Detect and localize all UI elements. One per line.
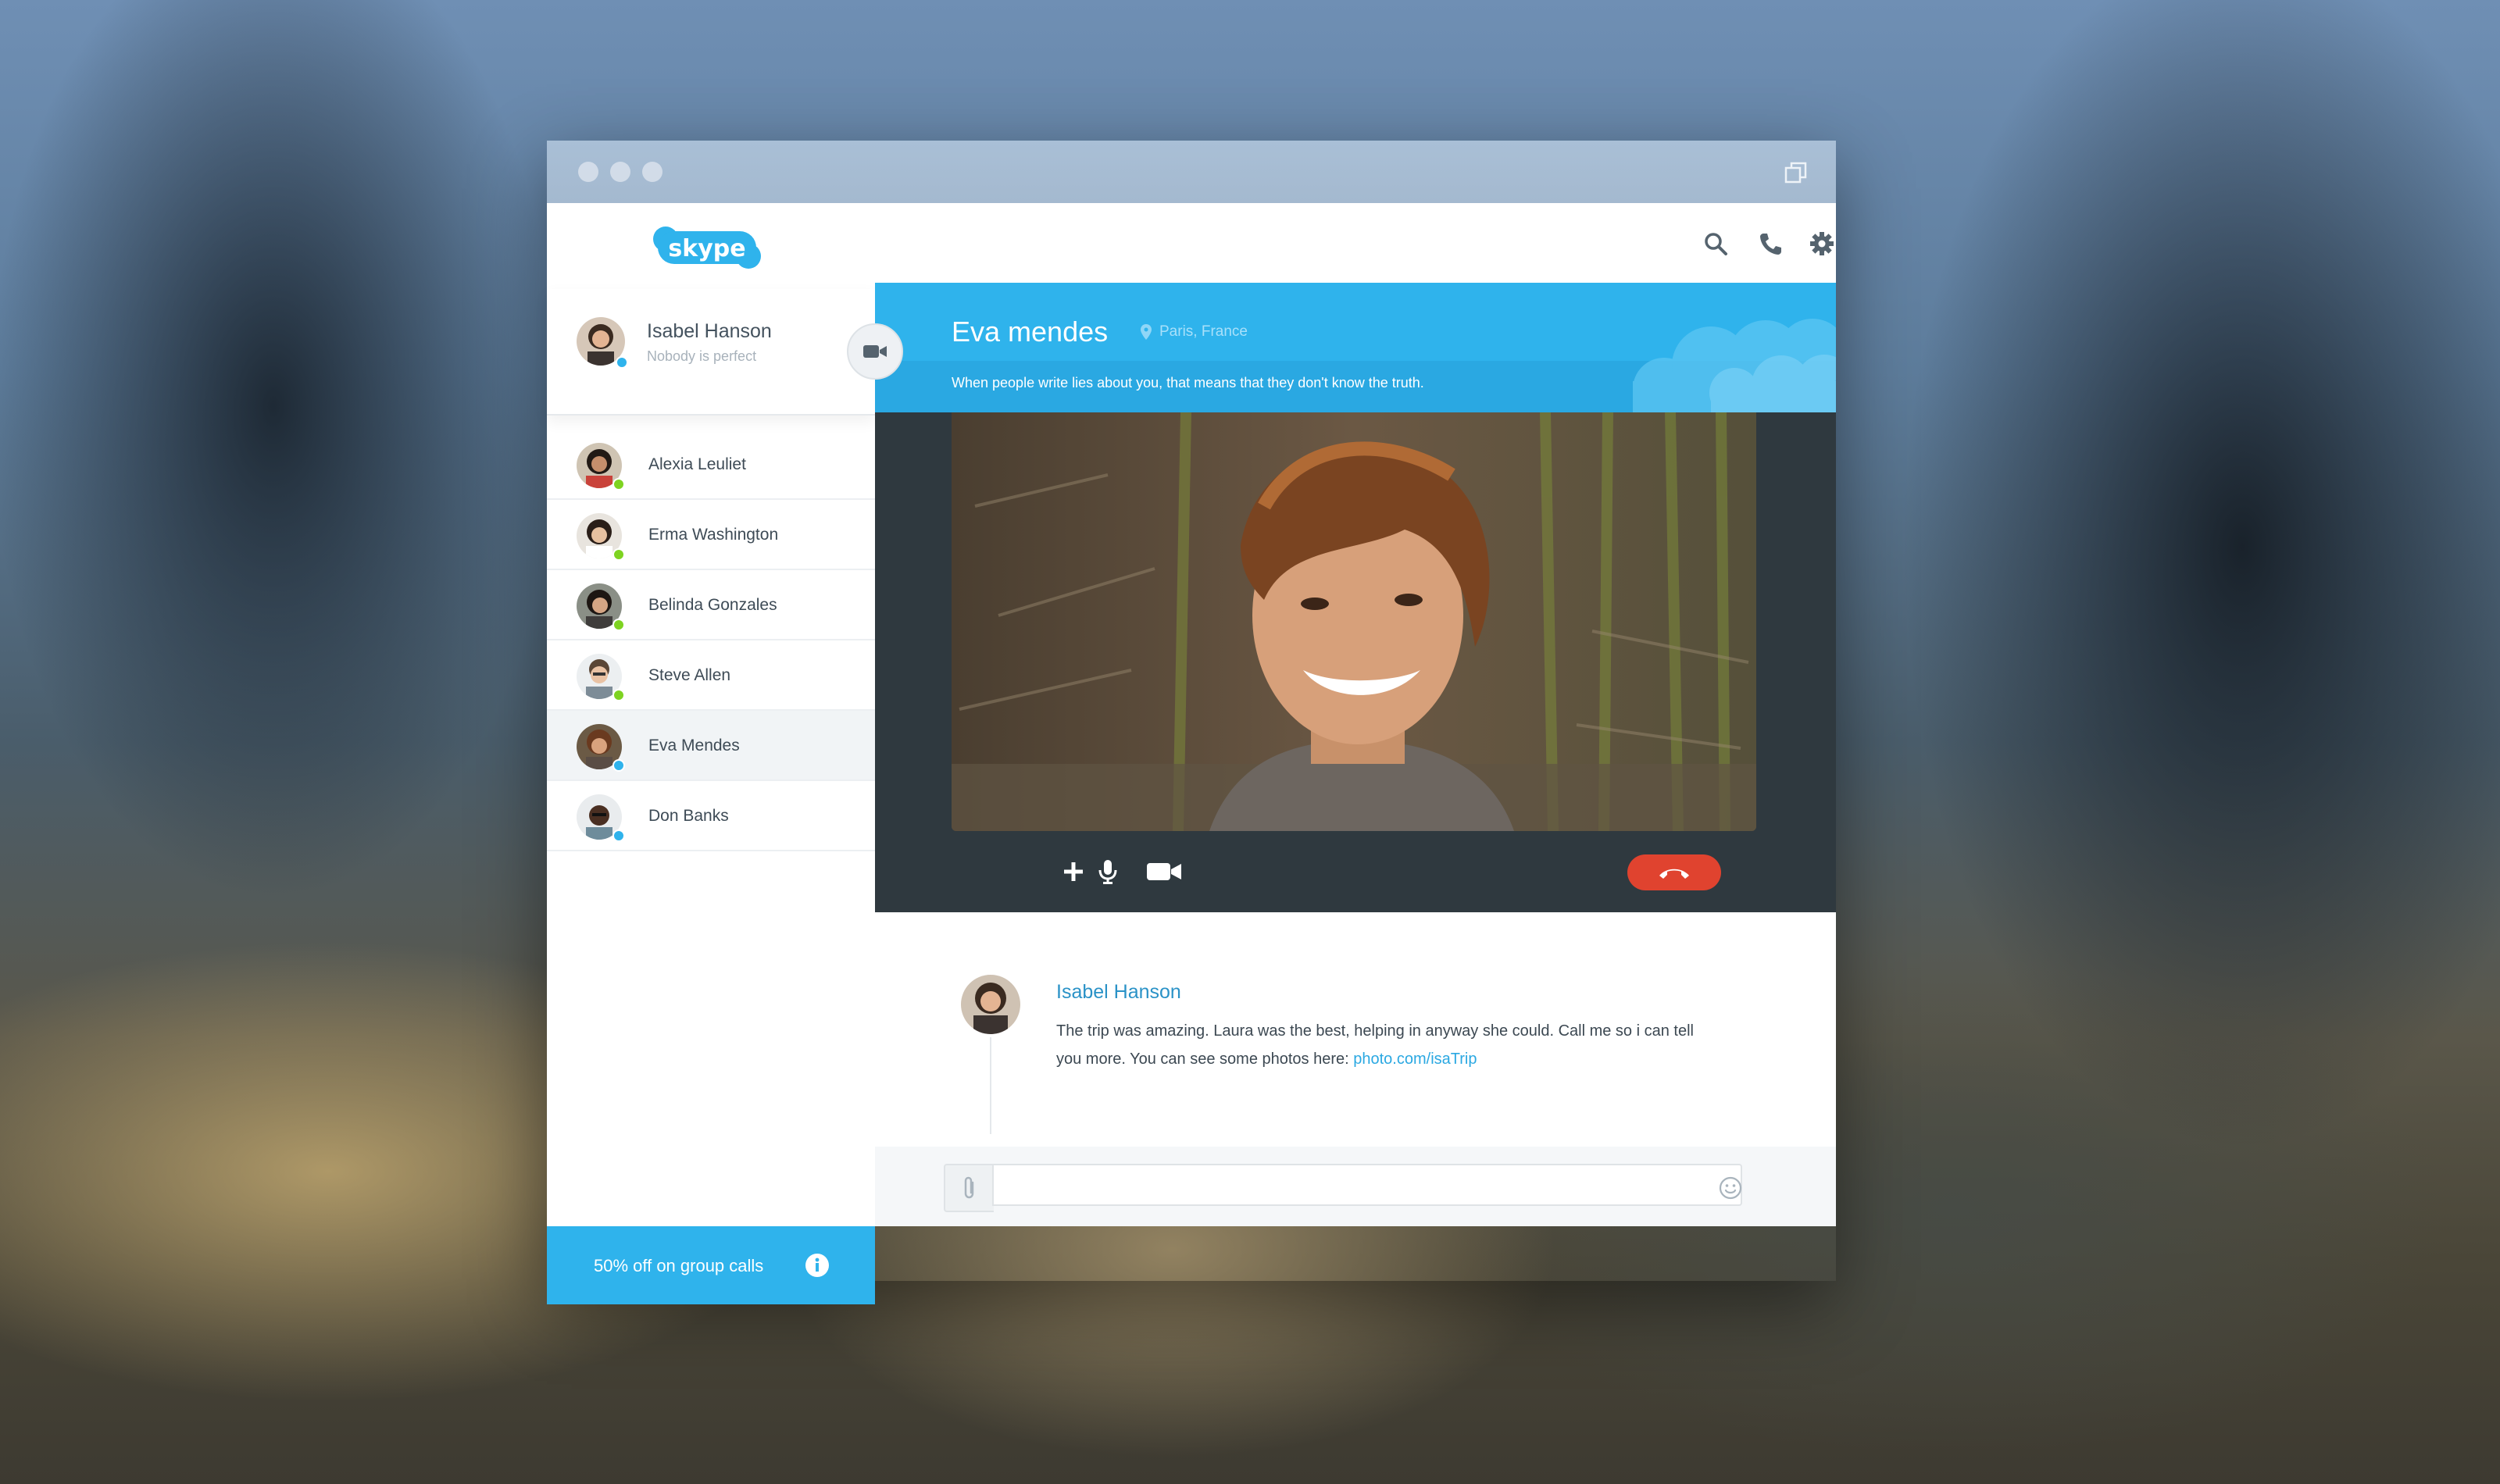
add-participant-button[interactable] bbox=[1058, 856, 1089, 887]
skype-logo-icon: skype bbox=[653, 227, 761, 269]
contact-name: Don Banks bbox=[648, 807, 729, 825]
message-composer bbox=[875, 1147, 1836, 1226]
my-status[interactable]: Nobody is perfect bbox=[647, 348, 756, 365]
presence-indicator bbox=[612, 829, 625, 842]
contact-name: Alexia Leuliet bbox=[648, 455, 746, 473]
video-camera-icon bbox=[863, 345, 887, 358]
video-camera-icon bbox=[1147, 863, 1181, 880]
my-name: Isabel Hanson bbox=[647, 320, 772, 342]
mood-message: When people write lies about you, that m… bbox=[952, 375, 1424, 391]
presence-indicator bbox=[612, 548, 625, 561]
title-bar bbox=[547, 141, 1836, 203]
message-author[interactable]: Isabel Hanson bbox=[1056, 981, 1181, 1004]
contact-item[interactable]: Don Banks bbox=[547, 781, 875, 851]
paperclip-icon bbox=[964, 1176, 974, 1199]
hang-up-button[interactable] bbox=[1627, 854, 1721, 890]
app-window: skype Isabel Hanson Nobody is perfect Al… bbox=[547, 141, 1836, 1304]
contact-name: Belinda Gonzales bbox=[648, 596, 777, 614]
zoom-window-button[interactable] bbox=[642, 162, 662, 182]
video-call-stage bbox=[875, 412, 1836, 912]
conversation-panel: Eva mendes Paris, France When people wri… bbox=[875, 203, 1836, 1226]
promo-text: 50% off on group calls bbox=[594, 1256, 764, 1275]
contact-item[interactable]: Steve Allen bbox=[547, 640, 875, 711]
restore-window-icon[interactable] bbox=[1784, 161, 1808, 184]
contact-item[interactable]: Belinda Gonzales bbox=[547, 570, 875, 640]
phone-icon[interactable] bbox=[1758, 231, 1783, 256]
microphone-icon bbox=[1098, 860, 1117, 884]
top-toolbar bbox=[875, 203, 1836, 283]
promo-banner[interactable]: 50% off on group calls bbox=[547, 1226, 875, 1304]
attach-button[interactable] bbox=[944, 1164, 994, 1212]
conversation-header: Eva mendes Paris, France When people wri… bbox=[875, 283, 1836, 412]
presence-indicator bbox=[616, 356, 628, 369]
contact-name: Erma Washington bbox=[648, 526, 779, 544]
presence-indicator bbox=[612, 619, 625, 631]
presence-indicator bbox=[612, 759, 625, 772]
remote-video-image bbox=[952, 412, 1756, 831]
gear-icon[interactable] bbox=[1809, 231, 1834, 256]
skype-logo: skype bbox=[648, 220, 766, 275]
chat-history: Isabel Hanson The trip was amazing. Laur… bbox=[875, 912, 1836, 1147]
close-window-button[interactable] bbox=[578, 162, 598, 182]
sidebar: skype Isabel Hanson Nobody is perfect Al… bbox=[547, 203, 903, 1226]
video-feed[interactable] bbox=[952, 412, 1756, 831]
message-link[interactable]: photo.com/isaTrip bbox=[1353, 1051, 1477, 1068]
location-pin-icon bbox=[1141, 324, 1152, 340]
presence-indicator bbox=[612, 478, 625, 491]
search-icon[interactable] bbox=[1703, 231, 1728, 256]
emoji-icon[interactable] bbox=[1719, 1176, 1742, 1200]
message-input[interactable] bbox=[992, 1164, 1742, 1206]
mute-button[interactable] bbox=[1092, 856, 1123, 887]
video-call-button[interactable] bbox=[847, 323, 903, 380]
contact-name: Steve Allen bbox=[648, 666, 731, 684]
logo-text: skype bbox=[668, 235, 745, 262]
contact-name: Eva Mendes bbox=[648, 737, 740, 754]
thread-line bbox=[990, 1037, 991, 1134]
contact-item[interactable]: Erma Washington bbox=[547, 500, 875, 570]
contact-item[interactable]: Alexia Leuliet bbox=[547, 430, 875, 500]
hang-up-icon bbox=[1659, 869, 1689, 879]
info-icon[interactable] bbox=[805, 1253, 830, 1278]
avatar[interactable] bbox=[961, 975, 1020, 1034]
message-body: The trip was amazing. Laura was the best… bbox=[1056, 1017, 1697, 1073]
contact-item-active[interactable]: Eva Mendes bbox=[547, 711, 875, 781]
contact-list: Alexia Leuliet Erma Washington Belinda G… bbox=[547, 430, 875, 851]
plus-icon bbox=[1064, 862, 1083, 881]
minimize-window-button[interactable] bbox=[610, 162, 630, 182]
my-profile[interactable]: Isabel Hanson Nobody is perfect bbox=[547, 289, 903, 416]
presence-indicator bbox=[612, 689, 625, 701]
toggle-video-button[interactable] bbox=[1144, 856, 1184, 887]
location-text: Paris, France bbox=[1159, 323, 1248, 340]
location: Paris, France bbox=[1141, 323, 1248, 341]
clouds-decoration bbox=[1633, 319, 1836, 412]
conversation-title: Eva mendes bbox=[952, 316, 1109, 348]
